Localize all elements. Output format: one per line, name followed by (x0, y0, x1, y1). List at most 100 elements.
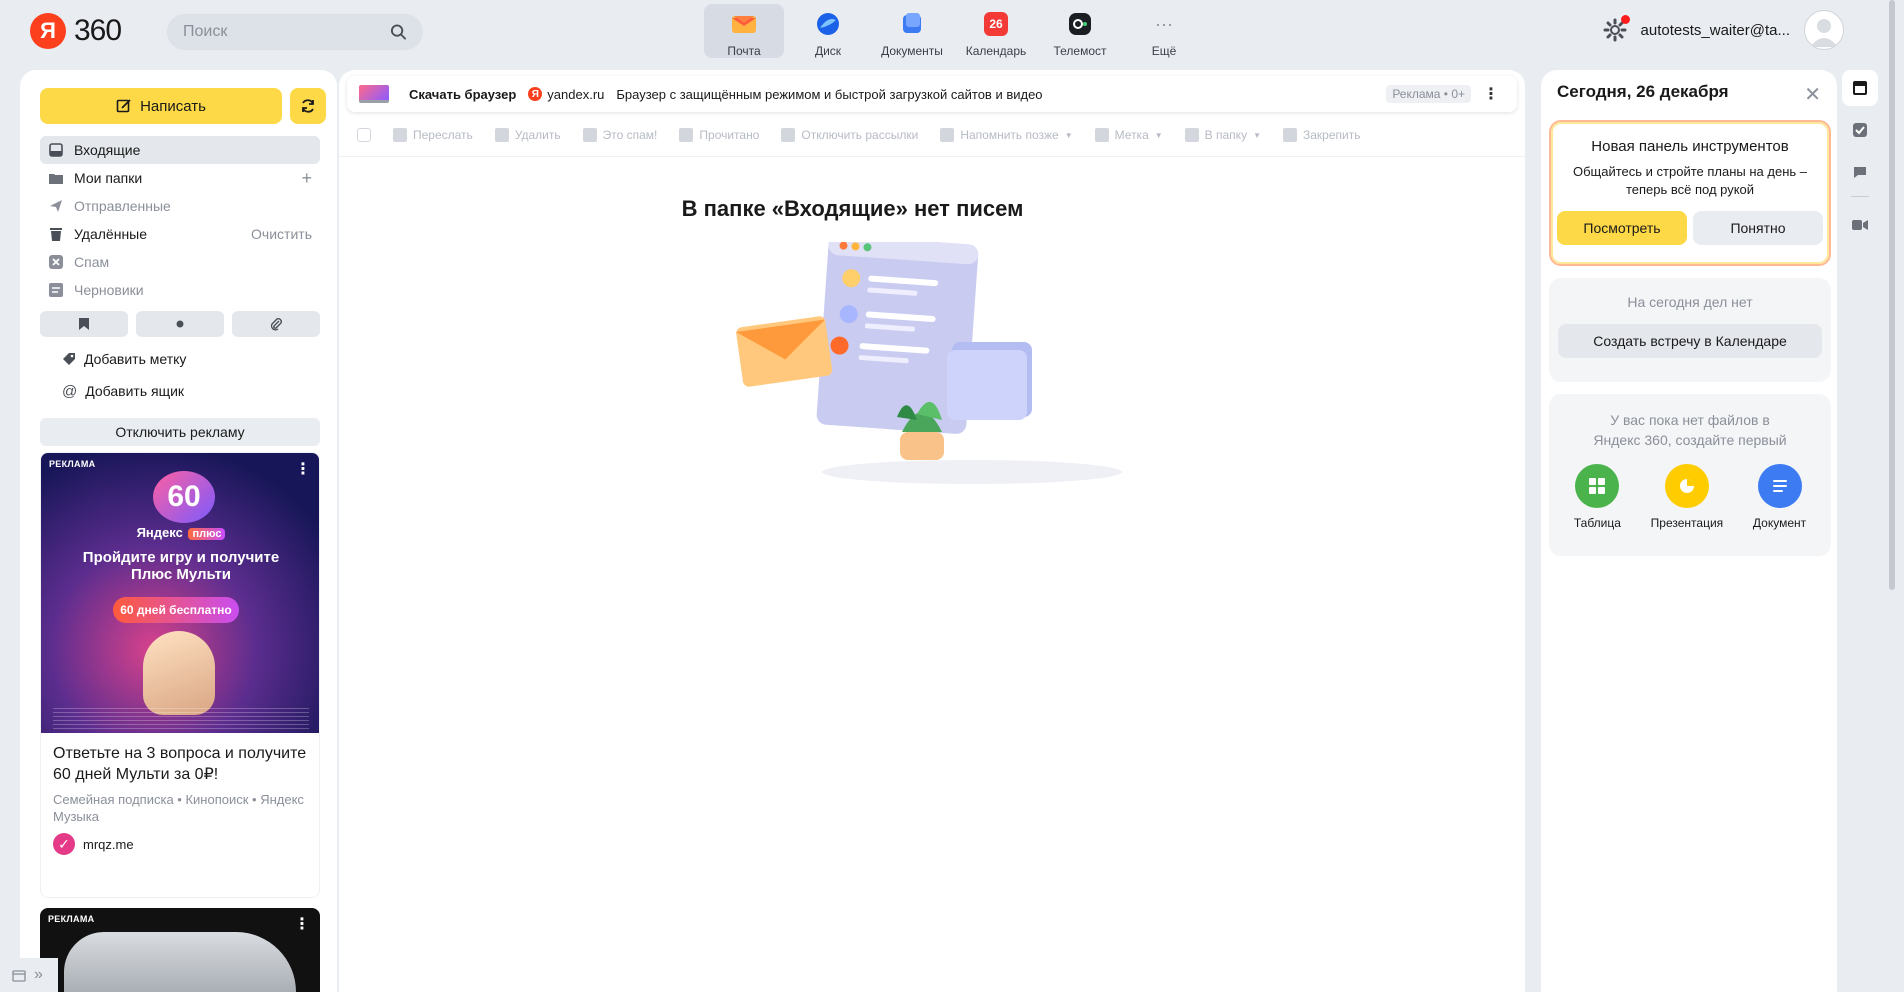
yandex-360-logo[interactable]: Я 360 (30, 13, 122, 49)
chevron-down-icon: ▼ (1253, 130, 1261, 140)
at-icon: @ (62, 382, 78, 400)
spam-label: Это спам! (602, 128, 658, 142)
refresh-button[interactable] (290, 88, 326, 124)
disable-ads-button[interactable]: Отключить рекламу (40, 418, 320, 446)
files-card: У вас пока нет файлов в Яндекс 360, созд… (1549, 394, 1831, 556)
yandex-small-icon: Я (528, 87, 543, 101)
promo-text: Браузер с защищённым режимом и быстрой з… (616, 86, 1043, 102)
folder-inbox[interactable]: Входящие (40, 136, 320, 164)
read-icon (679, 128, 694, 142)
chevron-down-icon: ▼ (1154, 130, 1163, 140)
table-label: Таблица (1573, 516, 1621, 530)
service-documents[interactable]: Документы (872, 4, 952, 58)
ad-source[interactable]: ✓ mrqz.me (53, 833, 307, 855)
unsubscribe-button[interactable]: Отключить рассылки (781, 128, 918, 142)
folder-spam[interactable]: Спам (40, 248, 320, 276)
rail-tasks-button[interactable] (1842, 112, 1878, 148)
ad-plus-card[interactable]: РЕКЛАМА ⋮ 60 Яндекс плюс Пройдите игру и… (40, 452, 320, 898)
pin-button[interactable]: Закрепить (1283, 128, 1360, 142)
search-input[interactable] (183, 23, 390, 41)
folder-icon (48, 170, 64, 186)
ad-fine-print (53, 707, 309, 729)
create-table-button[interactable]: Таблица (1574, 464, 1621, 530)
close-icon[interactable]: ✕ (1804, 82, 1821, 107)
filter-unread-button[interactable] (136, 311, 224, 337)
page-scrollbar[interactable] (1886, 0, 1898, 992)
video-camera-icon (1852, 220, 1868, 230)
rail-video-button[interactable] (1842, 207, 1878, 243)
folder-inbox-label: Входящие (74, 142, 141, 158)
tag-toolbar-icon (1094, 128, 1109, 142)
forward-button[interactable]: Переслать (393, 128, 473, 142)
table-icon (1575, 464, 1620, 508)
delete-button[interactable]: Удалить (494, 128, 561, 142)
create-meeting-button[interactable]: Создать встречу в Календаре (1558, 324, 1822, 358)
compose-button[interactable]: Написать (40, 88, 282, 124)
ad-source-domain: mrqz.me (83, 836, 134, 852)
chat-icon (1854, 167, 1866, 178)
move-to-folder-button[interactable]: В папку ▼ (1184, 128, 1261, 142)
folder-drafts[interactable]: Черновики (40, 276, 320, 304)
calendar-badge: 26 (984, 12, 1008, 36)
folder-my-folders[interactable]: Мои папки + (40, 164, 320, 192)
browser-promo[interactable]: Скачать браузер Я yandex.ru Браузер с за… (347, 76, 1517, 112)
filter-important-button[interactable] (40, 311, 128, 337)
ad-subtitle: Семейная подписка • Кинопоиск • Яндекс М… (53, 792, 304, 824)
promo-more-icon[interactable]: ⋮ (1483, 84, 1499, 104)
user-area: autotests_waiter@ta... (1603, 10, 1844, 50)
got-it-button[interactable]: Понятно (1693, 211, 1823, 245)
service-more[interactable]: ··· Ещё (1124, 4, 1204, 59)
yandex-logo-icon: Я (30, 13, 66, 49)
mark-read-button[interactable]: Прочитано (679, 128, 759, 142)
message-toolbar: Переслать Удалить Это спам! Прочитано От… (357, 120, 1360, 150)
service-calendar[interactable]: 26 Календарь (956, 4, 1036, 58)
folder-my-folders-label: Мои папки (74, 170, 143, 186)
notification-dot (1620, 15, 1630, 24)
ad2-more-icon[interactable]: ⋮ (294, 914, 310, 934)
compose-row: Написать (40, 88, 326, 124)
scrollbar-thumb[interactable] (1889, 0, 1895, 590)
filter-attachments-button[interactable] (232, 311, 320, 337)
ad-plus-image: РЕКЛАМА ⋮ 60 Яндекс плюс Пройдите игру и… (41, 453, 319, 733)
rail-chat-button[interactable] (1842, 154, 1878, 190)
folder-sent[interactable]: Отправленные (40, 192, 320, 220)
folder-sent-label: Отправленные (74, 198, 171, 214)
folder-trash[interactable]: Удалённые Очистить (40, 220, 320, 248)
view-button[interactable]: Посмотреть (1557, 211, 1687, 245)
ad-more-icon[interactable]: ⋮ (295, 459, 311, 479)
label-button[interactable]: Метка ▼ (1094, 128, 1163, 142)
service-telemost[interactable]: Телемост (1040, 4, 1120, 58)
user-email[interactable]: autotests_waiter@ta... (1641, 22, 1790, 39)
spam-button[interactable]: Это спам! (582, 128, 658, 142)
clear-trash-button[interactable]: Очистить (251, 226, 312, 242)
search-box[interactable] (167, 14, 423, 50)
remind-later-button[interactable]: Напомнить позже ▼ (940, 128, 1073, 142)
add-mailbox-button[interactable]: @ Добавить ящик (62, 378, 186, 404)
avatar[interactable] (1804, 10, 1844, 50)
new-panel-card: Новая панель инструментов Общайтесь и ст… (1549, 120, 1831, 266)
car-image (64, 932, 296, 992)
collapse-sidebar[interactable]: » (0, 958, 58, 992)
create-presentation-button[interactable]: Презентация (1651, 464, 1723, 530)
chevron-down-icon: ▼ (1064, 130, 1073, 140)
rail-calendar-button[interactable] (1842, 70, 1878, 106)
ad-car-card[interactable]: РЕКЛАМА ⋮ (40, 908, 320, 992)
select-all-checkbox[interactable] (357, 128, 371, 142)
service-disk[interactable]: Диск (788, 4, 868, 58)
sidebar-extras: Добавить метку @ Добавить ящик (62, 346, 186, 410)
add-label-button[interactable]: Добавить метку (62, 346, 186, 372)
search-icon[interactable] (390, 23, 407, 41)
service-calendar-label: Календарь (965, 44, 1027, 58)
rail-divider (1851, 196, 1869, 197)
settings-button[interactable] (1603, 15, 1630, 42)
service-mail-label: Почта (727, 44, 761, 58)
pin-icon (1283, 128, 1297, 142)
forward-icon (393, 128, 407, 142)
spam-icon (48, 254, 64, 270)
service-mail[interactable]: Почта (704, 4, 784, 58)
create-document-button[interactable]: Документ (1753, 464, 1806, 530)
tools-rail (1842, 70, 1882, 992)
promo-domain: yandex.ru (547, 86, 605, 102)
add-folder-button[interactable]: + (301, 168, 312, 189)
promo-ad-label: Реклама • 0+ (1386, 85, 1471, 103)
